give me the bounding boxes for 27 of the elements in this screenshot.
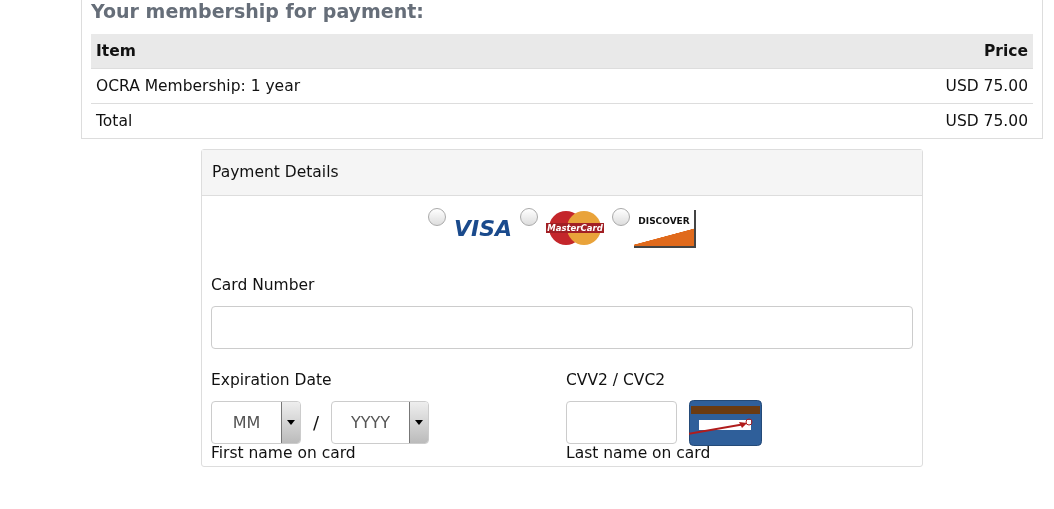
section-heading: Your membership for payment: xyxy=(91,0,425,24)
table-cell: USD 75.00 xyxy=(748,103,1033,138)
caret-icon xyxy=(281,402,300,443)
column-header: Item xyxy=(91,34,749,69)
radio-button[interactable] xyxy=(520,208,538,226)
table-cell: OCRA Membership: 1 year xyxy=(91,68,749,104)
month-dropdown[interactable]: MM xyxy=(211,401,301,444)
field-label: CVV2 / CVC2 xyxy=(566,371,667,391)
caret-icon xyxy=(409,402,429,443)
card-number-field[interactable] xyxy=(211,306,913,349)
radio-button[interactable] xyxy=(612,208,630,226)
radio-button[interactable] xyxy=(428,208,446,226)
table-cell: USD 75.00 xyxy=(748,68,1033,104)
card-logo: DISCOVER xyxy=(634,210,696,248)
separator-text: / xyxy=(313,412,320,433)
card-logo: MasterCard xyxy=(542,210,608,246)
card-back-icon xyxy=(689,399,762,446)
year-dropdown[interactable]: YYYY xyxy=(331,401,430,444)
field-label: First name on card xyxy=(211,444,357,464)
field-label: Last name on card xyxy=(566,444,712,464)
field-label: Card Number xyxy=(211,276,316,296)
panel-title: Payment Details xyxy=(202,150,922,196)
table-cell: Total xyxy=(91,103,749,138)
column-header: Price xyxy=(748,34,1033,69)
cvv-field[interactable] xyxy=(566,401,677,444)
card-logo: VISA xyxy=(452,214,514,243)
field-label: Expiration Date xyxy=(211,371,333,391)
